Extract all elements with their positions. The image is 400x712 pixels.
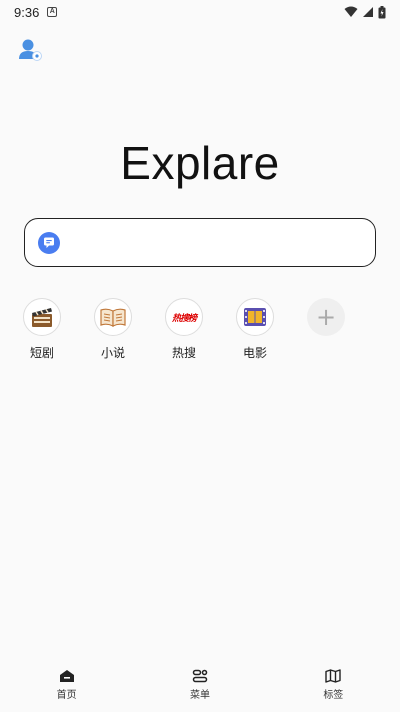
add-shortcut-button[interactable]: + (307, 298, 345, 361)
wifi-icon (344, 6, 358, 17)
nav-label: 首页 (56, 690, 77, 701)
shortcut-short-drama[interactable]: 短剧 (23, 298, 61, 361)
account-avatar-button[interactable] (17, 37, 43, 63)
hot-search-icon: 热搜榜 (171, 313, 197, 324)
bottom-nav: 首页 菜单 标签 (0, 662, 400, 712)
film-strip-icon (244, 308, 266, 326)
battery-icon (378, 5, 386, 18)
search-engine-icon[interactable] (37, 231, 61, 255)
shortcut-label: 小说 (100, 346, 125, 360)
shortcut-icon-circle[interactable] (23, 298, 61, 336)
shortcut-icon-circle[interactable] (94, 298, 132, 336)
tabs-map-icon (325, 669, 342, 683)
shortcut-label: 电影 (242, 346, 267, 360)
signal-icon (363, 7, 373, 17)
nav-home[interactable]: 首页 (27, 662, 107, 701)
menu-icon (192, 669, 208, 683)
nav-label: 标签 (323, 690, 344, 701)
status-icons (344, 5, 386, 19)
notification-icon: A (47, 7, 58, 17)
home-icon (59, 670, 74, 682)
shortcut-movie[interactable]: 电影 (236, 298, 274, 361)
nav-menu[interactable]: 菜单 (160, 662, 240, 701)
shortcut-icon-circle[interactable] (236, 298, 274, 336)
clapperboard-icon (32, 308, 52, 327)
brand-title: Explare (120, 137, 280, 189)
nav-label: 菜单 (189, 690, 210, 701)
search-input[interactable] (61, 219, 375, 266)
shortcut-icon-circle[interactable]: 热搜榜 (165, 298, 203, 336)
shortcut-label: 热搜 (171, 346, 196, 360)
nav-tabs[interactable]: 标签 (293, 662, 373, 701)
shortcut-grid: 短剧 小说 热搜榜 热搜 电影 + (23, 298, 378, 361)
status-bar: 9:36 A (0, 0, 400, 24)
open-book-icon (100, 308, 126, 327)
search-box[interactable] (24, 218, 376, 267)
user-avatar-icon (19, 39, 42, 61)
shortcut-novel[interactable]: 小说 (94, 298, 132, 361)
plus-icon[interactable]: + (307, 298, 345, 336)
status-time: 9:36 (14, 4, 40, 20)
shortcut-hot-search[interactable]: 热搜榜 热搜 (165, 298, 203, 361)
shortcut-label: 短剧 (29, 346, 54, 360)
